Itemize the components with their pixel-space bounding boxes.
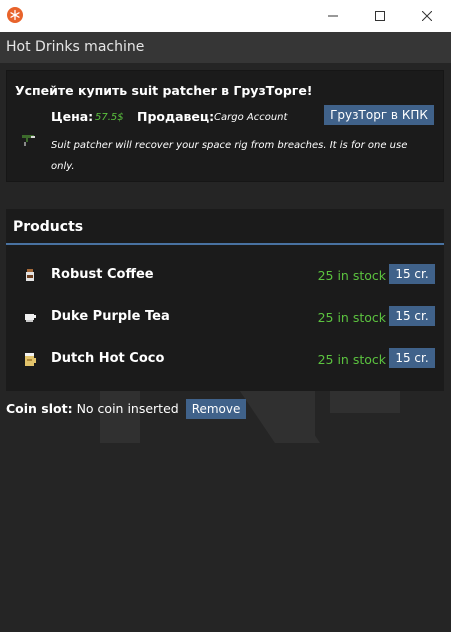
window-titlebar	[0, 0, 451, 32]
app-title: Hot Drinks machine	[6, 39, 145, 55]
close-button[interactable]	[404, 0, 450, 32]
vending-content: Успейте купить suit patcher в ГрузТорге!…	[0, 63, 451, 632]
tea-icon	[25, 314, 36, 322]
close-icon	[422, 11, 432, 21]
product-name: Duke Purple Tea	[51, 309, 170, 324]
product-name: Robust Coffee	[51, 267, 154, 282]
product-row-duke-purple-tea: Duke Purple Tea 25 in stock 15 cr.	[6, 299, 444, 335]
coffee-icon	[26, 269, 34, 281]
coin-slot-value: No coin inserted	[76, 401, 179, 416]
app-icon	[7, 7, 23, 23]
product-stock: 25 in stock	[317, 268, 386, 283]
coin-slot: Coin slot: No coin inserted Remove	[6, 399, 247, 419]
remove-coin-button[interactable]: Remove	[185, 399, 247, 419]
buy-button[interactable]: 15 cr.	[389, 348, 435, 368]
app-header: Hot Drinks machine	[0, 32, 451, 63]
promo-description: Suit patcher will recover your space rig…	[51, 140, 408, 172]
promo-price-label: Цена:	[51, 109, 94, 124]
buy-button[interactable]: 15 cr.	[389, 264, 435, 284]
minimize-button[interactable]	[310, 0, 356, 32]
maximize-icon	[375, 11, 385, 21]
product-stock: 25 in stock	[317, 352, 386, 367]
promo-seller-label: Продавец:	[137, 109, 215, 124]
maximize-button[interactable]	[357, 0, 403, 32]
product-stock: 25 in stock	[317, 310, 386, 325]
product-row-dutch-hot-coco: Dutch Hot Coco 25 in stock 15 cr.	[6, 341, 444, 377]
products-title: Products	[13, 219, 84, 235]
products-panel: Products Robust Coffee 25 in stock 15 cr…	[6, 209, 444, 391]
buy-button[interactable]: 15 cr.	[389, 306, 435, 326]
product-name: Dutch Hot Coco	[51, 351, 165, 366]
promo-seller: Cargo Account	[214, 112, 288, 123]
coin-slot-label: Coin slot:	[6, 401, 73, 416]
products-divider	[6, 243, 444, 245]
suit-patcher-icon	[22, 135, 35, 146]
promo-title: Успейте купить suit patcher в ГрузТорге!	[15, 83, 313, 98]
promo-price: 57.5$	[95, 112, 124, 123]
minimize-icon	[328, 15, 338, 17]
cocoa-icon	[25, 353, 36, 366]
promo-panel: Успейте купить suit patcher в ГрузТорге!…	[6, 70, 444, 182]
cargo-pda-button[interactable]: ГрузТорг в КПК	[324, 105, 434, 125]
product-row-robust-coffee: Robust Coffee 25 in stock 15 cr.	[6, 257, 444, 293]
